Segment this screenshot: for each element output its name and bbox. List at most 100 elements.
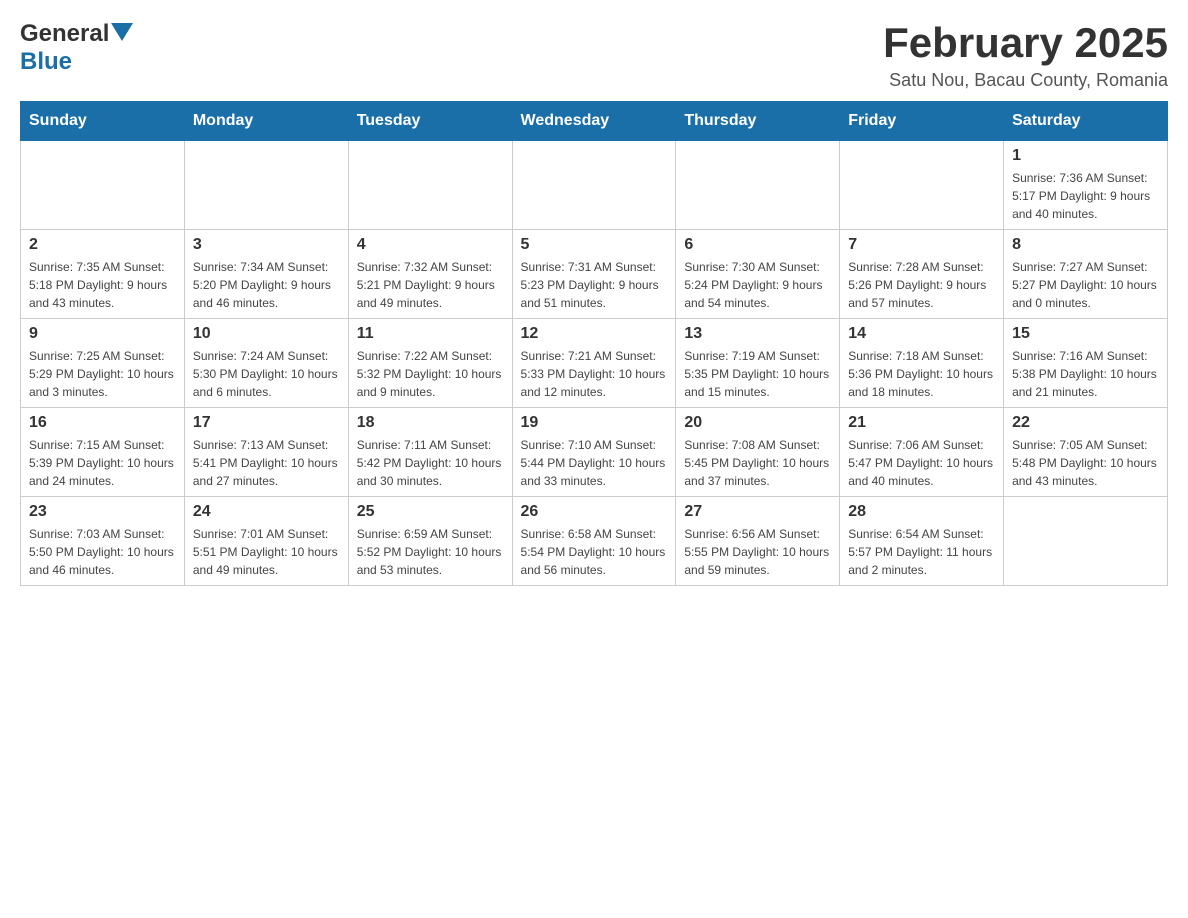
calendar-cell: 19 Sunrise: 7:10 AM Sunset: 5:44 PM Dayli… — [512, 408, 676, 497]
day-info: Sunrise: 7:32 AM Sunset: 5:21 PM Dayligh… — [357, 258, 504, 312]
calendar-cell: 25 Sunrise: 6:59 AM Sunset: 5:52 PM Dayli… — [348, 497, 512, 586]
title-section: February 2025 Satu Nou, Bacau County, Ro… — [883, 20, 1168, 91]
logo-triangle-icon — [111, 23, 133, 41]
calendar-cell: 15 Sunrise: 7:16 AM Sunset: 5:38 PM Dayli… — [1004, 319, 1168, 408]
day-info: Sunrise: 6:59 AM Sunset: 5:52 PM Dayligh… — [357, 525, 504, 579]
day-number: 12 — [521, 325, 668, 343]
calendar-cell: 18Sunrise: 7:11 AM Sunset: 5:42 PM Dayli… — [348, 408, 512, 497]
day-number: 28 — [848, 503, 995, 521]
day-info: Sunrise: 6:58 AM Sunset: 5:54 PM Dayligh… — [521, 525, 668, 579]
day-number: 23 — [29, 503, 176, 521]
calendar-cell: 9 Sunrise: 7:25 AM Sunset: 5:29 PM Daylig… — [21, 319, 185, 408]
calendar-week-4: 16 Sunrise: 7:15 AM Sunset: 5:39 PM Dayli… — [21, 408, 1168, 497]
calendar-cell: 27Sunrise: 6:56 AM Sunset: 5:55 PM Dayli… — [676, 497, 840, 586]
day-number: 24 — [193, 503, 340, 521]
day-info: Sunrise: 6:56 AM Sunset: 5:55 PM Dayligh… — [684, 525, 831, 579]
day-info: Sunrise: 7:13 AM Sunset: 5:41 PM Dayligh… — [193, 436, 340, 490]
calendar-cell — [676, 141, 840, 230]
page-header: General Blue February 2025 Satu Nou, Bac… — [20, 20, 1168, 91]
calendar-cell — [840, 141, 1004, 230]
calendar-header-tuesday: Tuesday — [348, 102, 512, 141]
calendar-cell — [184, 141, 348, 230]
calendar-header-row: SundayMondayTuesdayWednesdayThursdayFrid… — [21, 102, 1168, 141]
day-info: Sunrise: 7:18 AM Sunset: 5:36 PM Dayligh… — [848, 347, 995, 401]
calendar-cell: 26 Sunrise: 6:58 AM Sunset: 5:54 PM Dayli… — [512, 497, 676, 586]
day-info: Sunrise: 7:16 AM Sunset: 5:38 PM Dayligh… — [1012, 347, 1159, 401]
day-info: Sunrise: 7:15 AM Sunset: 5:39 PM Dayligh… — [29, 436, 176, 490]
calendar-cell — [348, 141, 512, 230]
day-info: Sunrise: 6:54 AM Sunset: 5:57 PM Dayligh… — [848, 525, 995, 579]
day-info: Sunrise: 7:28 AM Sunset: 5:26 PM Dayligh… — [848, 258, 995, 312]
day-number: 4 — [357, 236, 504, 254]
calendar-cell — [512, 141, 676, 230]
day-number: 18 — [357, 414, 504, 432]
calendar-cell: 12 Sunrise: 7:21 AM Sunset: 5:33 PM Dayli… — [512, 319, 676, 408]
calendar-cell: 3 Sunrise: 7:34 AM Sunset: 5:20 PM Daylig… — [184, 230, 348, 319]
calendar-cell: 16 Sunrise: 7:15 AM Sunset: 5:39 PM Dayli… — [21, 408, 185, 497]
day-number: 11 — [357, 325, 504, 343]
day-number: 20 — [684, 414, 831, 432]
day-number: 3 — [193, 236, 340, 254]
logo: General Blue — [20, 20, 133, 76]
calendar-cell: 1 Sunrise: 7:36 AM Sunset: 5:17 PM Daylig… — [1004, 141, 1168, 230]
calendar-week-1: 1 Sunrise: 7:36 AM Sunset: 5:17 PM Daylig… — [21, 141, 1168, 230]
day-info: Sunrise: 7:03 AM Sunset: 5:50 PM Dayligh… — [29, 525, 176, 579]
day-info: Sunrise: 7:22 AM Sunset: 5:32 PM Dayligh… — [357, 347, 504, 401]
calendar-cell — [1004, 497, 1168, 586]
calendar-cell — [21, 141, 185, 230]
day-info: Sunrise: 7:35 AM Sunset: 5:18 PM Dayligh… — [29, 258, 176, 312]
calendar-table: SundayMondayTuesdayWednesdayThursdayFrid… — [20, 101, 1168, 586]
day-number: 1 — [1012, 147, 1159, 165]
day-info: Sunrise: 7:24 AM Sunset: 5:30 PM Dayligh… — [193, 347, 340, 401]
month-title: February 2025 — [883, 20, 1168, 66]
day-number: 16 — [29, 414, 176, 432]
day-number: 14 — [848, 325, 995, 343]
day-number: 10 — [193, 325, 340, 343]
day-info: Sunrise: 7:10 AM Sunset: 5:44 PM Dayligh… — [521, 436, 668, 490]
calendar-cell: 28 Sunrise: 6:54 AM Sunset: 5:57 PM Dayli… — [840, 497, 1004, 586]
day-info: Sunrise: 7:21 AM Sunset: 5:33 PM Dayligh… — [521, 347, 668, 401]
day-number: 21 — [848, 414, 995, 432]
calendar-week-3: 9 Sunrise: 7:25 AM Sunset: 5:29 PM Daylig… — [21, 319, 1168, 408]
calendar-header-monday: Monday — [184, 102, 348, 141]
day-number: 5 — [521, 236, 668, 254]
day-number: 13 — [684, 325, 831, 343]
day-number: 2 — [29, 236, 176, 254]
day-number: 26 — [521, 503, 668, 521]
day-info: Sunrise: 7:06 AM Sunset: 5:47 PM Dayligh… — [848, 436, 995, 490]
calendar-week-5: 23 Sunrise: 7:03 AM Sunset: 5:50 PM Dayli… — [21, 497, 1168, 586]
day-number: 7 — [848, 236, 995, 254]
calendar-header-thursday: Thursday — [676, 102, 840, 141]
day-info: Sunrise: 7:08 AM Sunset: 5:45 PM Dayligh… — [684, 436, 831, 490]
day-info: Sunrise: 7:05 AM Sunset: 5:48 PM Dayligh… — [1012, 436, 1159, 490]
calendar-cell: 13 Sunrise: 7:19 AM Sunset: 5:35 PM Dayli… — [676, 319, 840, 408]
day-info: Sunrise: 7:34 AM Sunset: 5:20 PM Dayligh… — [193, 258, 340, 312]
calendar-cell: 11 Sunrise: 7:22 AM Sunset: 5:32 PM Dayli… — [348, 319, 512, 408]
calendar-header-wednesday: Wednesday — [512, 102, 676, 141]
day-number: 9 — [29, 325, 176, 343]
calendar-cell: 4 Sunrise: 7:32 AM Sunset: 5:21 PM Daylig… — [348, 230, 512, 319]
calendar-cell: 20 Sunrise: 7:08 AM Sunset: 5:45 PM Dayli… — [676, 408, 840, 497]
day-number: 19 — [521, 414, 668, 432]
day-info: Sunrise: 7:27 AM Sunset: 5:27 PM Dayligh… — [1012, 258, 1159, 312]
location-text: Satu Nou, Bacau County, Romania — [883, 70, 1168, 91]
day-info: Sunrise: 7:31 AM Sunset: 5:23 PM Dayligh… — [521, 258, 668, 312]
calendar-cell: 22 Sunrise: 7:05 AM Sunset: 5:48 PM Dayli… — [1004, 408, 1168, 497]
calendar-cell: 6Sunrise: 7:30 AM Sunset: 5:24 PM Daylig… — [676, 230, 840, 319]
calendar-cell: 5 Sunrise: 7:31 AM Sunset: 5:23 PM Daylig… — [512, 230, 676, 319]
day-number: 8 — [1012, 236, 1159, 254]
day-info: Sunrise: 7:36 AM Sunset: 5:17 PM Dayligh… — [1012, 169, 1159, 223]
logo-blue-text: Blue — [20, 48, 72, 75]
calendar-cell: 21 Sunrise: 7:06 AM Sunset: 5:47 PM Dayli… — [840, 408, 1004, 497]
calendar-cell: 23 Sunrise: 7:03 AM Sunset: 5:50 PM Dayli… — [21, 497, 185, 586]
day-number: 25 — [357, 503, 504, 521]
calendar-cell: 7 Sunrise: 7:28 AM Sunset: 5:26 PM Daylig… — [840, 230, 1004, 319]
day-number: 22 — [1012, 414, 1159, 432]
day-info: Sunrise: 7:30 AM Sunset: 5:24 PM Dayligh… — [684, 258, 831, 312]
day-number: 15 — [1012, 325, 1159, 343]
day-info: Sunrise: 7:25 AM Sunset: 5:29 PM Dayligh… — [29, 347, 176, 401]
day-info: Sunrise: 7:19 AM Sunset: 5:35 PM Dayligh… — [684, 347, 831, 401]
calendar-cell: 2 Sunrise: 7:35 AM Sunset: 5:18 PM Daylig… — [21, 230, 185, 319]
calendar-header-sunday: Sunday — [21, 102, 185, 141]
calendar-cell: 24Sunrise: 7:01 AM Sunset: 5:51 PM Dayli… — [184, 497, 348, 586]
